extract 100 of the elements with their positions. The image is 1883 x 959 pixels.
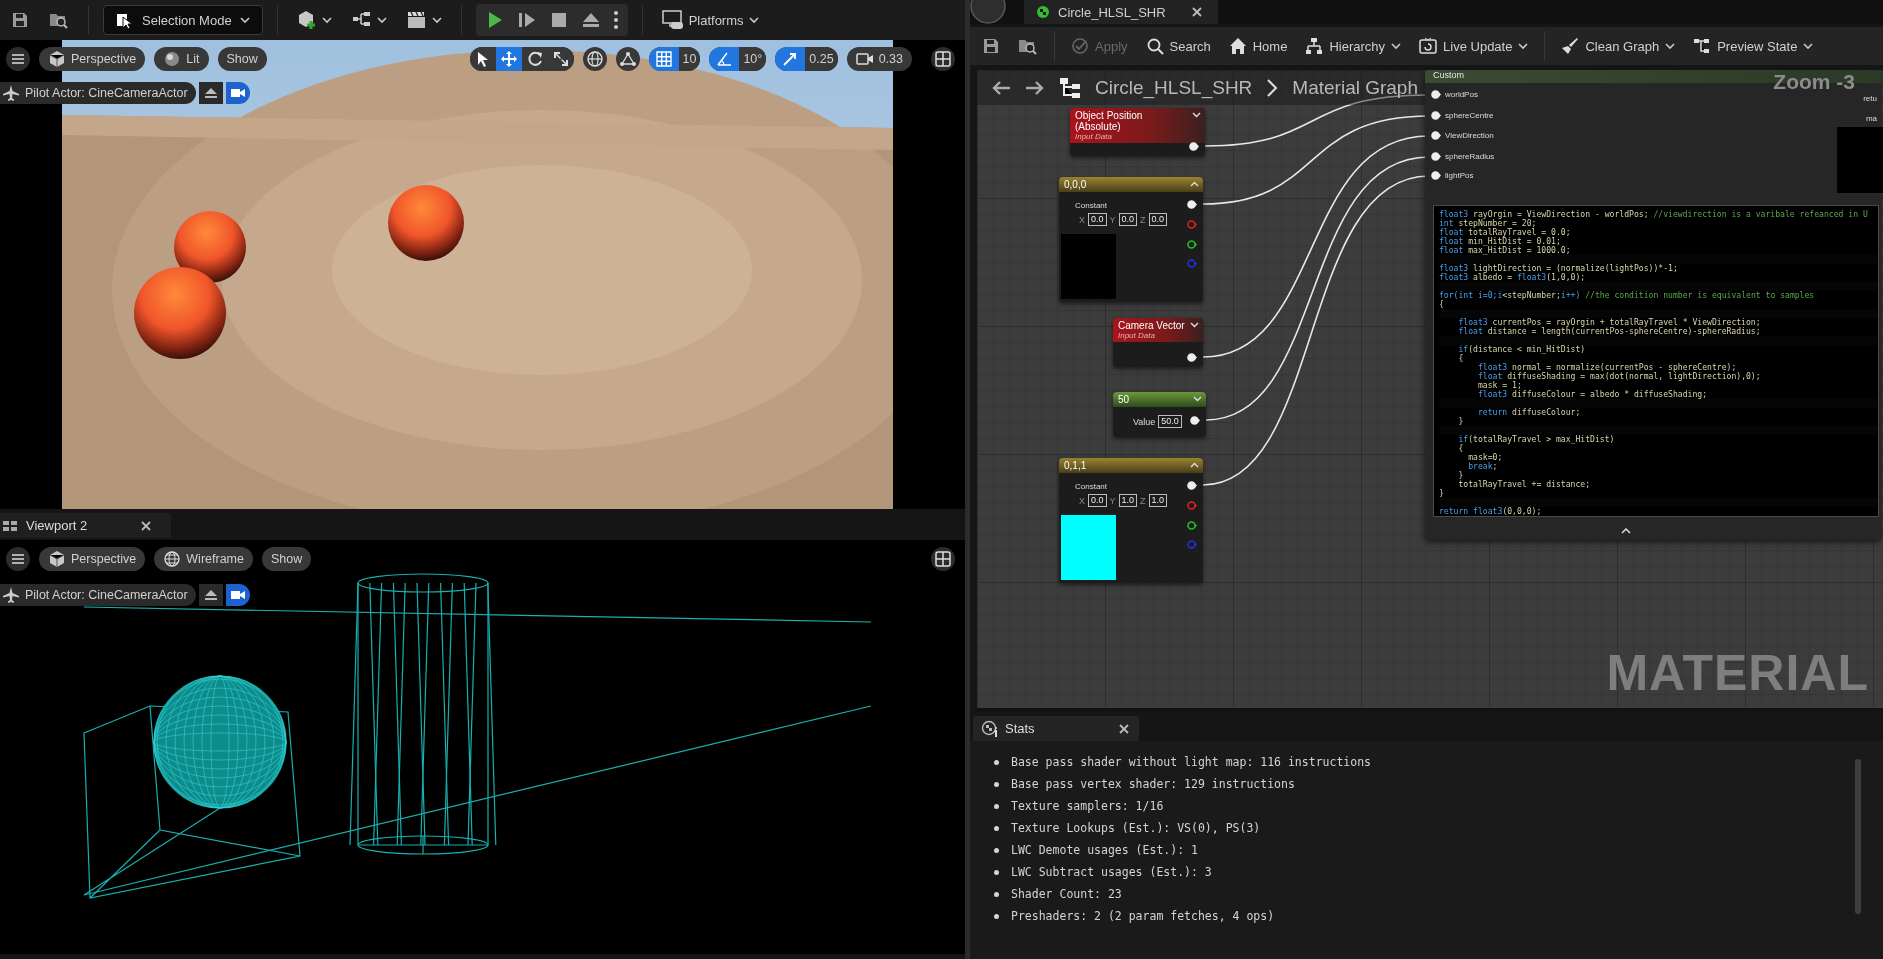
chevron-right-icon <box>1266 77 1279 98</box>
viewport-tab[interactable]: Viewport 2 <box>0 513 172 538</box>
monitor-gamepad-icon <box>661 10 684 30</box>
axis-label: Y <box>1109 495 1116 506</box>
axis-label: X <box>1079 495 1085 506</box>
save-icon <box>11 11 29 29</box>
stat-line: Base pass shader without light map: 116 instructions <box>1011 755 1372 769</box>
hierarchy-icon <box>1305 37 1324 55</box>
menu-button[interactable] <box>6 47 30 71</box>
hierarchy-button[interactable]: Hierarchy <box>1303 34 1404 58</box>
caret-icon <box>1803 42 1814 50</box>
editor-tab[interactable]: Circle_HLSL_SHR <box>1024 0 1218 24</box>
back-button[interactable] <box>991 79 1011 96</box>
pilot-actor-label[interactable]: Pilot Actor: CineCameraActor <box>0 584 196 606</box>
clapperboard-icon <box>406 10 427 30</box>
zoom-level-label: Zoom -3 <box>1773 70 1855 94</box>
clean-graph-button[interactable]: Clean Graph <box>1559 34 1678 58</box>
caret-icon <box>1665 42 1676 50</box>
layout-button[interactable] <box>931 547 955 571</box>
custom-node[interactable] <box>1425 70 1881 540</box>
caret-icon <box>321 16 332 24</box>
input-pin-label: sphereCentre <box>1445 111 1494 120</box>
translate-tool-button[interactable] <box>495 47 522 71</box>
show-button[interactable]: Show <box>261 547 312 571</box>
chevron-icon[interactable] <box>1190 181 1199 187</box>
search-button[interactable]: Search <box>1143 34 1213 58</box>
check-circle-icon <box>1071 37 1089 55</box>
chevron-icon[interactable] <box>1190 462 1199 468</box>
material-node[interactable]: 0,0,0 Constant X 0.0 Y 0.0 Z 0.0 <box>1059 177 1203 302</box>
material-node[interactable]: Object Position (Absolute) Input Data <box>1070 108 1205 156</box>
move-arrows-icon <box>499 50 518 68</box>
show-button[interactable]: Show <box>217 47 267 71</box>
caret-icon <box>1391 42 1402 50</box>
caret-icon <box>748 16 759 24</box>
close-icon <box>1190 5 1204 19</box>
axis-label: Z <box>1140 495 1146 506</box>
axis-label: Z <box>1140 214 1146 225</box>
value-field[interactable]: 1.0 <box>1118 494 1138 507</box>
layout-grid-icon <box>934 50 952 68</box>
pilot-actor-label[interactable]: Pilot Actor: CineCameraActor <box>0 82 196 104</box>
preview-state-button[interactable]: Preview State <box>1691 34 1816 58</box>
layout-button[interactable] <box>931 47 955 71</box>
input-pin-label: worldPos <box>1445 90 1478 99</box>
eject-icon <box>202 85 219 101</box>
view-mode-button[interactable]: Wireframe <box>154 547 253 571</box>
value-field[interactable]: 0.0 <box>1088 494 1107 507</box>
value-field[interactable]: 1.0 <box>1148 494 1168 507</box>
chevron-icon[interactable] <box>1190 322 1199 328</box>
home-button[interactable]: Home <box>1226 34 1290 58</box>
chevron-icon[interactable] <box>1193 396 1202 402</box>
rotate-arrows-icon <box>525 50 544 68</box>
pin-icon[interactable] <box>1187 521 1197 530</box>
preview-thumbnail <box>1837 127 1883 193</box>
bullet-icon <box>994 803 999 809</box>
perspective-button[interactable]: Perspective <box>39 47 146 71</box>
perspective-button[interactable]: Perspective <box>39 547 146 571</box>
stat-line: Shader Count: 23 <box>1011 887 1122 901</box>
camera-icon <box>855 50 874 68</box>
checker-info-icon <box>981 719 999 738</box>
view-mode-button[interactable]: Lit <box>154 47 209 71</box>
value-field[interactable]: 0.0 <box>1118 213 1138 226</box>
material-node[interactable]: 50 Value 50.0 <box>1113 392 1206 437</box>
mode-button[interactable]: Selection Mode <box>103 5 263 35</box>
node-subtitle: Input Data <box>1075 132 1113 141</box>
value-field[interactable]: 50.0 <box>1158 415 1182 428</box>
home-icon <box>1228 37 1247 55</box>
platforms-button[interactable]: Platforms <box>656 6 764 34</box>
value-field[interactable]: 0.0 <box>1148 213 1168 226</box>
right-arrow-icon <box>1025 79 1045 96</box>
menu-button[interactable] <box>6 547 30 571</box>
stats-tab[interactable]: Stats <box>973 716 1139 741</box>
bullet-icon <box>994 847 999 853</box>
close-button[interactable] <box>1117 721 1131 736</box>
scale-snap-toggle[interactable] <box>775 47 806 71</box>
cursor-box-icon <box>116 11 134 29</box>
pin-icon[interactable] <box>1187 240 1197 249</box>
code-editor[interactable]: float3 rayOrgin = ViewDirection - worldPos; //viewdirection is a varibale refeanced in U int stepNumber = 20; float totalRayTravel = 0.0; float min_HitDist = 0.01; float max_HitDist = 1000.0; float3 lightDirection = (normalize(lightPos))*-1; float3 albedo = float3(1,0,0); for(int i=0;i<stepNumber;i++) //the condition number is equivalent to samples { float3 currentPos = rayOrgin + totalRayTravel * ViewDirection; float distance = length(currentPos-sphereCentre)-sphereRadius; if(distance < min_HitDist) { float3 normal = normalize(currentPos - sphereCentre); float diffuseShading = max(dot(normal, lightDirection),0); mask = 1; float3 diffuseColour = albedo * diffuseShading; return diffuseColour; } if(totalRayTravel > max_HitDist) { mask=0; break; } totalRayTravel += distance; } return float3(0,0,0); <box>1433 205 1879 517</box>
angle-icon <box>715 50 734 68</box>
angle-snap-toggle[interactable] <box>709 47 740 71</box>
scrollbar[interactable] <box>1855 759 1861 914</box>
stat-line: Preshaders: 2 (2 param fetches, 4 ops) <box>1011 909 1275 923</box>
axis-label: Y <box>1109 214 1116 225</box>
value-field[interactable]: 0.0 <box>1088 213 1107 226</box>
chevron-icon[interactable] <box>1192 112 1201 118</box>
node-title: Camera Vector <box>1118 320 1186 331</box>
material-node[interactable]: 0,1,1 Constant X 0.0 Y 1.0 Z 1.0 <box>1059 458 1203 583</box>
live-update-button[interactable]: Live Update <box>1417 34 1531 58</box>
forward-button[interactable] <box>1025 79 1045 96</box>
node-label: Value <box>1133 416 1156 427</box>
material-node[interactable]: Camera Vector Input Data <box>1113 318 1203 367</box>
breadcrumb-item[interactable]: Circle_HLSL_SHR <box>1095 76 1253 99</box>
camera-speed-button[interactable]: 0.33 <box>846 47 912 71</box>
collapse-chevron-icon[interactable] <box>1621 528 1631 534</box>
layout-grid-icon <box>934 550 952 568</box>
eject-pilot-button[interactable] <box>198 584 223 606</box>
graph-nodes-icon <box>1059 76 1081 99</box>
globe-icon <box>585 50 604 68</box>
eject-pilot-button[interactable] <box>198 82 223 104</box>
camera-view-button[interactable] <box>225 584 250 606</box>
breadcrumb-item[interactable]: Material Graph <box>1292 76 1418 99</box>
